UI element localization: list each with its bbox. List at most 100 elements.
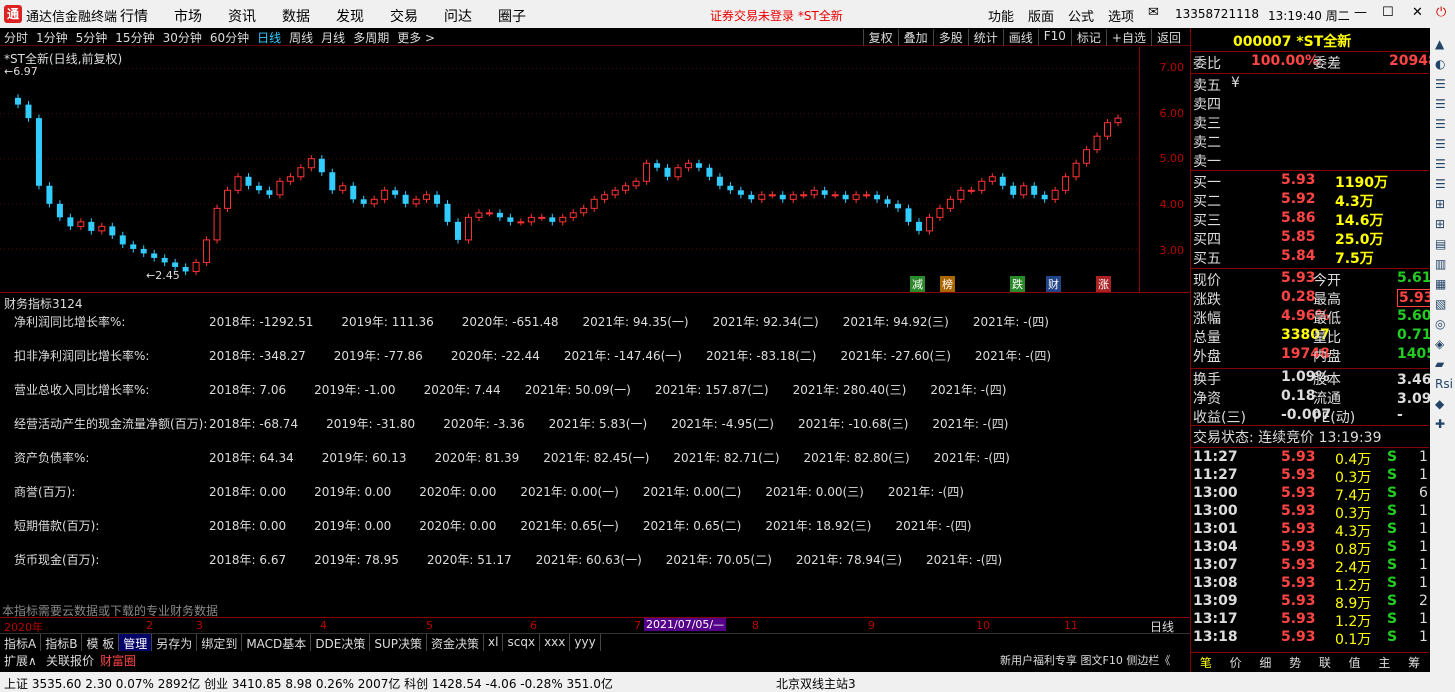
quote-tab[interactable]: 主 — [1370, 653, 1400, 670]
candle-body[interactable] — [496, 212, 503, 218]
period-tab[interactable]: 5分钟 — [76, 29, 108, 46]
event-mark-limit-down[interactable]: 跌 — [1010, 276, 1025, 292]
candle-body[interactable] — [1031, 185, 1038, 195]
sidebar-tool-icon[interactable]: ☰ — [1435, 174, 1453, 194]
candle-body[interactable] — [946, 198, 954, 209]
period-tab[interactable]: 日线 — [257, 29, 281, 46]
period-tab[interactable]: 多周期 — [353, 29, 389, 46]
candle-body[interactable] — [224, 189, 232, 209]
menu-item[interactable]: 数据 — [282, 6, 310, 26]
indicator-tab[interactable]: yyy — [570, 634, 601, 651]
quote-tab[interactable]: 细 — [1251, 653, 1281, 670]
candle-body[interactable] — [1041, 194, 1048, 200]
indicator-tab[interactable]: xl — [484, 634, 504, 651]
candle-body[interactable] — [925, 216, 933, 232]
chart-tool-button[interactable]: +自选 — [1105, 29, 1151, 46]
sidebar-tool-icon[interactable]: ☰ — [1435, 134, 1453, 154]
candle-body[interactable] — [245, 176, 252, 186]
candle-body[interactable] — [601, 194, 609, 200]
chart-tool-button[interactable]: 标记 — [1070, 29, 1106, 46]
tab-related-quote[interactable]: 关联报价 — [46, 652, 94, 669]
candle-body[interactable] — [905, 208, 912, 222]
candle-body[interactable] — [370, 198, 378, 205]
chart-tool-button[interactable]: 多股 — [932, 29, 968, 46]
candle-body[interactable] — [15, 97, 21, 105]
server-name[interactable]: 北京双线主站3 — [776, 675, 856, 692]
candle-body[interactable] — [88, 221, 95, 231]
indicator-tab[interactable]: scqx — [503, 634, 541, 651]
chart-tool-button[interactable]: 返回 — [1150, 29, 1186, 46]
sidebar-tool-icon[interactable]: ▦ — [1435, 274, 1453, 294]
candle-body[interactable] — [1072, 162, 1080, 178]
sidebar-tool-icon[interactable]: ☰ — [1435, 74, 1453, 94]
indicator-tab[interactable]: 管理 — [119, 634, 153, 651]
candle-body[interactable] — [779, 194, 786, 200]
candle-body[interactable] — [810, 189, 818, 196]
candle-body[interactable] — [213, 207, 221, 241]
candle-body[interactable] — [402, 194, 409, 204]
index-ticker[interactable]: 上证 3535.60 2.30 0.07% 2892亿 创业 3410.85 8… — [4, 675, 613, 692]
candle-body[interactable] — [1104, 122, 1112, 137]
menu-item-function[interactable]: 功能 — [988, 6, 1014, 25]
candle-body[interactable] — [35, 118, 42, 186]
candle-body[interactable] — [643, 162, 651, 182]
candle-body[interactable] — [748, 194, 755, 200]
sidebar-tool-icon[interactable]: ▧ — [1435, 294, 1453, 314]
candle-body[interactable] — [455, 221, 461, 240]
sidebar-tool-icon[interactable]: ◎ — [1435, 314, 1453, 334]
candle-body[interactable] — [559, 216, 567, 223]
candle-body[interactable] — [234, 176, 242, 191]
candle-body[interactable] — [381, 189, 389, 200]
candle-body[interactable] — [266, 190, 273, 195]
candle-body[interactable] — [580, 207, 588, 214]
candle-body[interactable] — [507, 217, 514, 222]
period-tab[interactable]: 60分钟 — [210, 29, 249, 46]
menu-item[interactable]: 行情 — [120, 6, 148, 26]
chart-tool-button[interactable]: 叠加 — [897, 29, 933, 46]
candle-body[interactable] — [192, 261, 200, 272]
event-mark-reduce[interactable]: 减 — [910, 276, 925, 292]
sidebar-tool-icon[interactable]: ▤ — [1435, 234, 1453, 254]
candle-body[interactable] — [77, 221, 85, 227]
candle-body[interactable] — [1051, 189, 1059, 200]
sidebar-tool-icon[interactable]: ▥ — [1435, 254, 1453, 274]
candle-body[interactable] — [172, 262, 179, 267]
menu-item[interactable]: 资讯 — [228, 6, 256, 26]
candle-body[interactable] — [1062, 176, 1070, 191]
candle-body[interactable] — [737, 190, 744, 195]
candle-body[interactable] — [706, 167, 713, 177]
sidebar-tool-icon[interactable]: ✚ — [1435, 414, 1453, 434]
quote-tab[interactable]: 筹 — [1399, 653, 1429, 670]
candle-body[interactable] — [360, 199, 367, 204]
kline-chart[interactable]: *ST全新(日线,前复权) ←6.97 ←2.45 减 榜 跌 财 涨 — [0, 47, 1140, 292]
candle-body[interactable] — [464, 216, 472, 241]
candle-body[interactable] — [863, 194, 871, 197]
period-tab[interactable]: 更多 > — [397, 29, 435, 46]
period-tab[interactable]: 1分钟 — [36, 29, 68, 46]
candle-body[interactable] — [318, 158, 325, 173]
candle-body[interactable] — [56, 203, 63, 218]
quote-tab[interactable]: 价 — [1221, 653, 1251, 670]
sidebar-promo[interactable]: 新用户福利专享 图文F10 侧边栏《 — [1000, 652, 1170, 668]
quote-tab[interactable]: 势 — [1280, 653, 1310, 670]
maximize-icon[interactable]: ☐ — [1382, 5, 1394, 20]
chart-tool-button[interactable]: 画线 — [1002, 29, 1038, 46]
candle-body[interactable] — [475, 212, 483, 218]
indicator-tab[interactable]: 模 板 — [82, 634, 120, 651]
sidebar-tool-icon[interactable]: ☰ — [1435, 94, 1453, 114]
candle-body[interactable] — [1020, 185, 1028, 196]
sidebar-tool-icon[interactable]: ▲ — [1435, 34, 1453, 54]
candle-body[interactable] — [140, 248, 147, 254]
candle-body[interactable] — [339, 185, 347, 191]
menu-item-options[interactable]: 选项 — [1108, 6, 1134, 25]
indicator-tab[interactable]: SUP决策 — [370, 634, 428, 651]
candle-body[interactable] — [978, 180, 986, 191]
candle-body[interactable] — [936, 207, 944, 218]
event-mark-list[interactable]: 榜 — [940, 276, 955, 292]
candle-body[interactable] — [654, 163, 661, 168]
candle-body[interactable] — [46, 185, 53, 204]
user-phone[interactable]: 13358721118 — [1175, 7, 1259, 21]
indicator-tab[interactable]: xxx — [540, 634, 571, 651]
event-mark-finance[interactable]: 财 — [1046, 276, 1061, 292]
tab-wealth-circle[interactable]: 财富圈 — [100, 652, 136, 669]
